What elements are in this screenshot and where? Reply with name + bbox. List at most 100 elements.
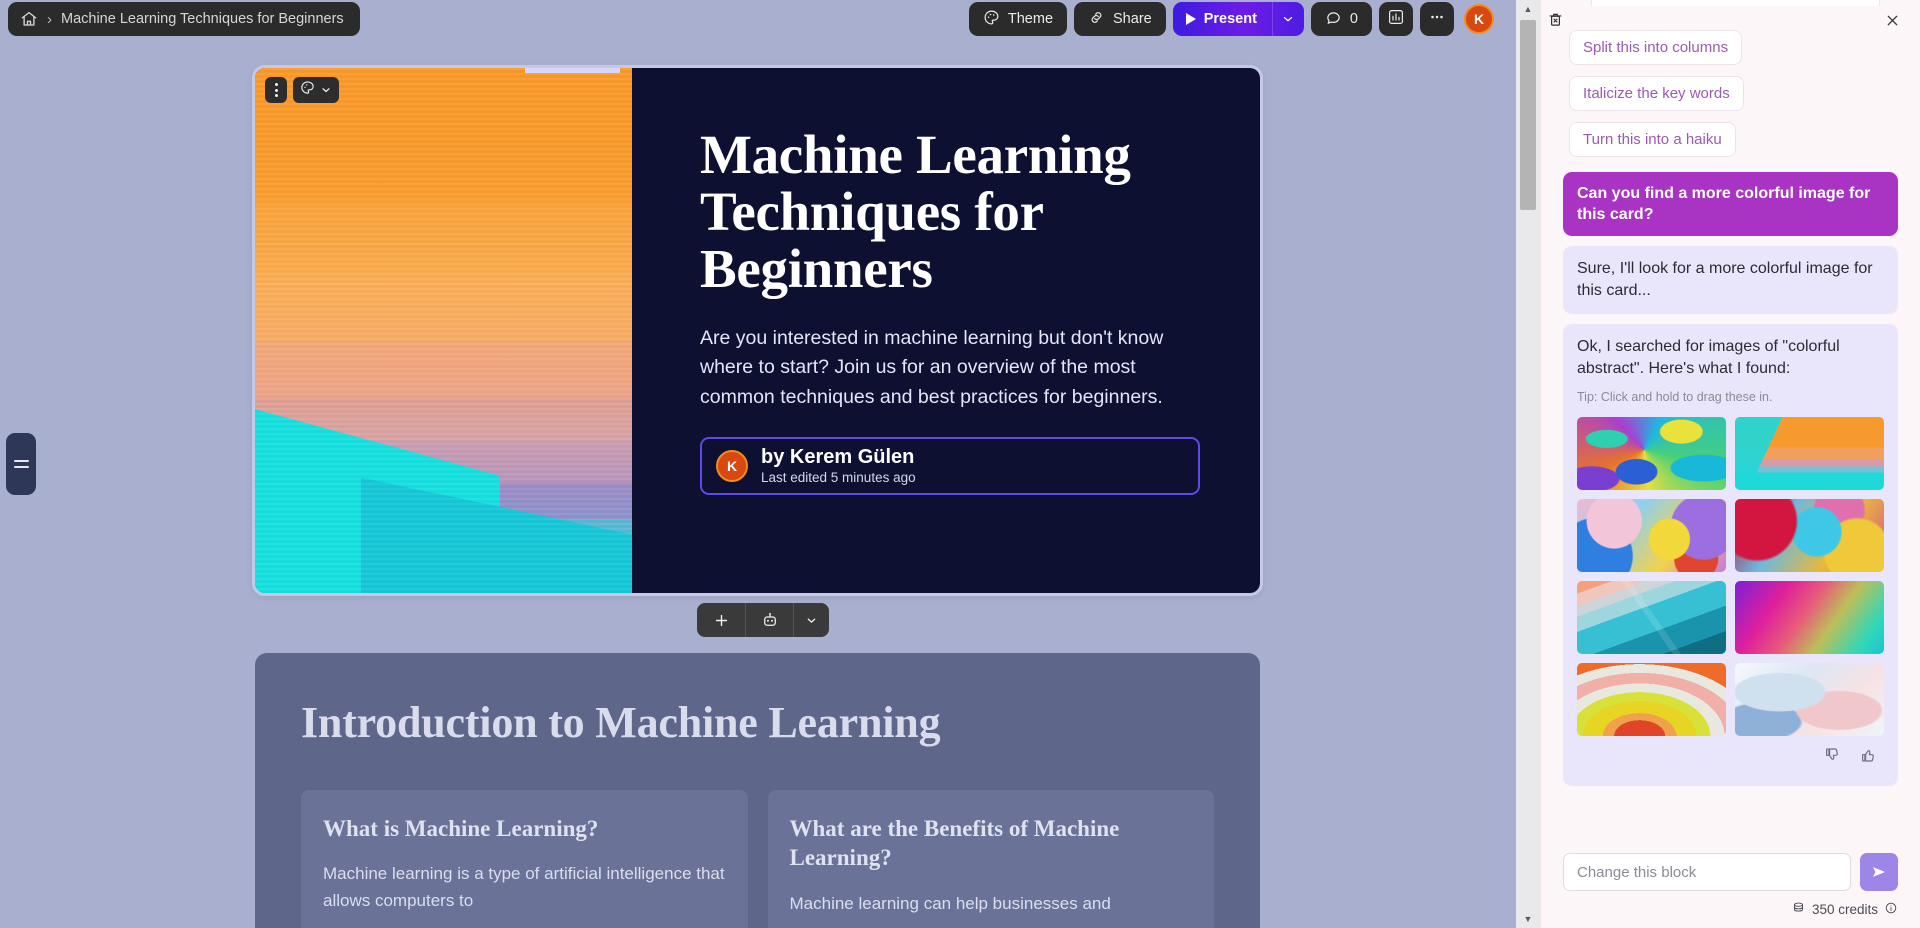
chevron-down-icon — [322, 88, 330, 93]
intro-column-heading: What is Machine Learning? — [323, 816, 599, 841]
canvas-scrollbar[interactable]: ▲ ▼ — [1516, 0, 1540, 928]
toolbar-actions: Theme Share Present 0 K — [968, 2, 1494, 36]
breadcrumb-separator: › — [47, 10, 52, 28]
chat-message-text: Sure, I'll look for a more colorful imag… — [1577, 260, 1873, 300]
image-result-pale-marble-swirl[interactable] — [1735, 662, 1884, 736]
delete-thread-button[interactable] — [1544, 8, 1566, 30]
hero-card-image[interactable] — [255, 68, 632, 593]
share-button-label: Share — [1113, 11, 1152, 27]
ai-panel-footer: 350 credits — [1541, 847, 1920, 928]
image-result-pink-teal-gradient-mesh[interactable] — [1735, 580, 1884, 654]
more-options-button[interactable] — [1420, 2, 1454, 36]
suggestion-chip-haiku[interactable]: Turn this into a haiku — [1569, 122, 1736, 157]
play-icon — [1185, 13, 1196, 25]
send-button[interactable] — [1860, 853, 1898, 891]
intro-column-body: Machine learning can help businesses and — [789, 893, 1111, 913]
author-last-edited: Last edited 5 minutes ago — [761, 470, 916, 486]
comment-count: 0 — [1349, 11, 1358, 27]
hero-card-subtitle[interactable]: Are you interested in machine learning b… — [700, 324, 1200, 413]
ai-assistant-panel: Turn this into a timeline Split this int… — [1540, 0, 1920, 928]
close-icon — [1887, 15, 1897, 25]
suggestion-chip-italicize[interactable]: Italicize the key words — [1569, 76, 1744, 111]
robot-icon — [763, 613, 776, 626]
hero-card-title[interactable]: Machine Learning Techniques for Beginner… — [700, 126, 1190, 298]
credits-label: 350 credits — [1811, 901, 1878, 917]
ai-prompt-input[interactable] — [1563, 853, 1851, 891]
thumbs-down-icon[interactable] — [1824, 746, 1842, 764]
drag-tip-text: Tip: Click and hold to drag these in. — [1577, 389, 1773, 404]
theme-button[interactable]: Theme — [968, 2, 1068, 36]
palette-icon — [983, 9, 1000, 30]
author-name: by Kerem Gülen — [761, 446, 915, 469]
breadcrumb[interactable]: › Machine Learning Techniques for Beginn… — [8, 2, 360, 36]
theme-button-label: Theme — [1007, 11, 1054, 27]
author-text: by Kerem Gülen Last edited 5 minutes ago — [761, 446, 916, 487]
image-result-concentric-warm-arcs[interactable] — [1577, 662, 1726, 736]
image-result-orange-cyan-stripe-landscape[interactable] — [1735, 416, 1884, 490]
intro-card-columns: What is Machine Learning? Machine learni… — [301, 790, 1214, 928]
author-block[interactable]: K by Kerem Gülen Last edited 5 minutes a… — [700, 437, 1200, 496]
palette-icon — [300, 80, 315, 100]
present-button-group: Present — [1172, 2, 1304, 36]
intro-card[interactable]: Introduction to Machine Learning What is… — [255, 653, 1260, 928]
send-icon — [1873, 867, 1885, 877]
image-result-magenta-nebula-texture[interactable] — [1735, 498, 1884, 572]
credits-row: 350 credits — [1563, 900, 1898, 918]
ai-input-row — [1563, 853, 1898, 891]
top-toolbar: › Machine Learning Techniques for Beginn… — [0, 0, 1540, 40]
editor-canvas: › Machine Learning Techniques for Beginn… — [0, 0, 1540, 928]
intro-column[interactable]: What is Machine Learning? Machine learni… — [301, 790, 748, 928]
suggestion-chip-columns[interactable]: Split this into columns — [1569, 30, 1743, 65]
sidebar-toggle-handle[interactable] — [6, 433, 36, 495]
image-results-grid — [1577, 416, 1884, 736]
info-icon[interactable] — [1884, 901, 1898, 918]
image-result-marbled-rainbow-swirl[interactable] — [1577, 416, 1726, 490]
intro-column[interactable]: What are the Benefits of Machine Learnin… — [767, 790, 1214, 928]
comments-button[interactable]: 0 — [1310, 2, 1372, 36]
share-button[interactable]: Share — [1074, 2, 1166, 36]
chart-icon — [1387, 8, 1405, 30]
coins-icon — [1791, 900, 1806, 918]
ai-editing-badge: AI editing — [525, 68, 620, 73]
suggestion-chip-timeline[interactable]: Turn this into a timeline — [1591, 0, 1880, 6]
analytics-button[interactable] — [1379, 2, 1413, 36]
insert-options-button[interactable] — [793, 603, 829, 637]
breadcrumb-title[interactable]: Machine Learning Techniques for Beginner… — [61, 11, 344, 27]
ai-panel-scroll-area: Turn this into a timeline Split this int… — [1541, 0, 1920, 847]
card-theme-button[interactable] — [293, 77, 339, 103]
chat-message-assistant-results: Ok, I searched for images of "colorful a… — [1563, 324, 1898, 786]
vertical-dots-icon — [274, 83, 278, 97]
feedback-row — [1577, 736, 1884, 774]
comment-icon — [1325, 9, 1342, 30]
chat-message-assistant: Sure, I'll look for a more colorful imag… — [1563, 246, 1898, 315]
chevron-down-icon — [1284, 16, 1293, 22]
plus-icon — [715, 614, 727, 626]
image-result-layered-teal-chevrons[interactable] — [1577, 580, 1726, 654]
card-toolbar — [265, 77, 339, 103]
chat-message-text: Ok, I searched for images of "colorful a… — [1577, 338, 1840, 378]
present-button[interactable]: Present — [1173, 2, 1272, 36]
scroll-down-arrow[interactable]: ▼ — [1516, 910, 1540, 928]
image-result-pastel-oil-bubbles[interactable] — [1577, 498, 1726, 572]
user-avatar[interactable]: K — [1464, 4, 1494, 34]
close-panel-button[interactable] — [1880, 8, 1904, 32]
intro-column-body: Machine learning is a type of artificial… — [323, 864, 725, 910]
author-avatar: K — [716, 450, 748, 483]
home-icon[interactable] — [20, 10, 38, 28]
add-block-button[interactable] — [697, 603, 745, 637]
hero-card-body: AI editing Machine Learning Techniques f… — [525, 68, 1260, 593]
chat-message-user: Can you find a more colorful image for t… — [1563, 172, 1898, 237]
thumbs-up-icon[interactable] — [1860, 746, 1878, 764]
hamburger-menu-icon — [13, 460, 29, 468]
intro-column-heading: What are the Benefits of Machine Learnin… — [789, 816, 1120, 871]
link-icon — [1088, 9, 1105, 30]
canvas-scrollbar-thumb[interactable] — [1520, 20, 1536, 210]
present-dropdown-button[interactable] — [1271, 2, 1304, 36]
ai-block-button[interactable] — [745, 603, 793, 637]
ellipsis-icon — [1428, 8, 1446, 30]
hero-card[interactable]: AI editing Machine Learning Techniques f… — [252, 65, 1263, 596]
card-menu-button[interactable] — [265, 77, 287, 103]
intro-card-title[interactable]: Introduction to Machine Learning — [301, 697, 1214, 748]
chevron-down-icon — [807, 618, 816, 623]
insert-block-toolbar — [697, 603, 829, 637]
